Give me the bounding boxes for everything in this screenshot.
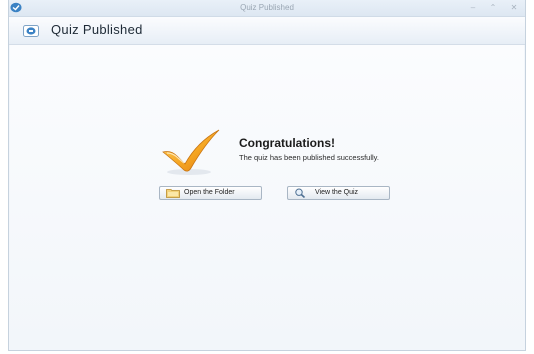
quiz-published-window: Quiz Published – ⌃ ✕ Quiz Published Cong…: [8, 0, 526, 351]
view-quiz-button[interactable]: View the Quiz: [287, 186, 390, 200]
success-message: The quiz has been published successfully…: [239, 153, 379, 162]
open-folder-label: Open the Folder: [184, 189, 235, 196]
page-title: Quiz Published: [51, 22, 143, 37]
congratulations-heading: Congratulations!: [239, 136, 335, 150]
maximize-button[interactable]: ⌃: [486, 2, 500, 13]
view-quiz-label: View the Quiz: [315, 189, 359, 196]
folder-icon: [166, 189, 180, 198]
content-panel: Congratulations! The quiz has been publi…: [10, 45, 524, 349]
open-folder-button[interactable]: Open the Folder: [159, 186, 262, 200]
window-title: Quiz Published: [240, 3, 294, 12]
minimize-button[interactable]: –: [466, 2, 480, 13]
title-bar[interactable]: Quiz Published – ⌃ ✕: [9, 0, 525, 17]
page-header: Quiz Published: [9, 17, 525, 45]
magnifier-icon: [295, 188, 306, 198]
close-button[interactable]: ✕: [507, 2, 521, 13]
quiz-published-icon: [23, 25, 39, 37]
checkmark-icon: [162, 129, 220, 175]
